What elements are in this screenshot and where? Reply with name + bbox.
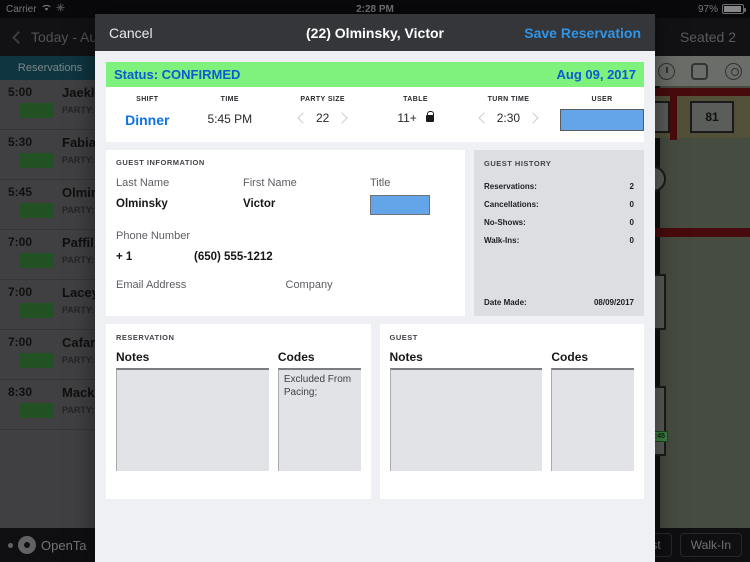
table-label: TABLE — [403, 96, 428, 103]
notes-row: RESERVATION Notes Codes Excluded From Pa… — [106, 324, 644, 499]
reservation-notes-columns: Notes Codes Excluded From Pacing; — [116, 350, 361, 471]
reservation-notes-card: RESERVATION Notes Codes Excluded From Pa… — [106, 324, 371, 499]
phone-number-value[interactable]: (650) 555-1212 — [194, 251, 273, 263]
party-size-value: 22 — [316, 111, 330, 125]
guest-notes-card: GUEST Notes Codes — [379, 324, 644, 499]
user-field[interactable]: USER — [560, 92, 645, 142]
middle-row: GUEST INFORMATION Last Name Olminsky Fir… — [106, 150, 644, 316]
phone-label: Phone Number — [116, 230, 190, 242]
status-banner[interactable]: Status: CONFIRMED Aug 09, 2017 — [106, 62, 644, 87]
guest-history-row-label: Cancellations: — [484, 200, 539, 209]
guest-history-card: GUEST HISTORY Reservations: 2 Cancellation… — [474, 150, 644, 316]
last-name-field[interactable]: Last Name Olminsky — [116, 177, 243, 215]
email-label: Email Address — [116, 279, 187, 291]
reservation-codes-input[interactable]: Excluded From Pacing; — [277, 368, 361, 471]
guest-history-row: Walk-Ins: 0 — [484, 236, 634, 245]
reservation-notes-input[interactable] — [116, 368, 269, 471]
guest-history-row-label: Walk-Ins: — [484, 236, 520, 245]
table-field[interactable]: TABLE 11+ — [374, 92, 457, 142]
guest-notes-column: Notes — [389, 350, 543, 471]
table-value-group[interactable]: 11+ — [397, 110, 435, 125]
date-made-row: Date Made: 08/09/2017 — [484, 298, 634, 307]
reservation-detail-bar: SHIFT Dinner TIME 5:45 PM PARTY SIZE 22 … — [106, 87, 645, 142]
email-company-row: Email Address Company — [116, 279, 455, 300]
modal-header: Cancel (22) Olminsky, Victor Save Reserv… — [95, 14, 655, 51]
save-reservation-button[interactable]: Save Reservation — [524, 25, 641, 41]
first-name-field[interactable]: First Name Victor — [243, 177, 370, 215]
user-label: USER — [591, 96, 613, 103]
reservation-codes-label: Codes — [277, 350, 315, 364]
guest-information-card: GUEST INFORMATION Last Name Olminsky Fir… — [106, 150, 465, 316]
guest-notes-columns: Notes Codes — [389, 350, 634, 471]
last-name-value: Olminsky — [116, 198, 168, 210]
guest-codes-label: Codes — [551, 350, 589, 364]
status-date: Aug 09, 2017 — [556, 67, 637, 82]
chevron-right-icon[interactable] — [527, 112, 539, 124]
status-text: Status: CONFIRMED — [114, 67, 241, 82]
guest-history-row: Cancellations: 0 — [484, 200, 634, 209]
title-input[interactable] — [370, 195, 430, 215]
shift-field[interactable]: SHIFT Dinner — [106, 92, 189, 142]
cancel-button[interactable]: Cancel — [109, 25, 153, 41]
reservation-notes-column: Notes — [116, 350, 269, 471]
chevron-left-icon[interactable] — [297, 112, 309, 124]
turn-time-stepper[interactable]: 2:30 — [478, 111, 539, 125]
table-value: 11+ — [397, 111, 417, 125]
guest-history-row-label: Reservations: — [484, 182, 537, 191]
chevron-left-icon[interactable] — [478, 112, 490, 124]
app-root: Carrier 2:28 PM 97% Today - Au Seated 2 — [0, 0, 750, 562]
reservation-modal: Cancel (22) Olminsky, Victor Save Reserv… — [95, 14, 655, 562]
company-label: Company — [285, 279, 333, 291]
time-field[interactable]: TIME 5:45 PM — [189, 92, 272, 142]
phone-field[interactable]: Phone Number + 1 (650) 555-1212 — [116, 230, 455, 263]
title-field[interactable]: Title — [370, 177, 455, 215]
guest-history-title: GUEST HISTORY — [484, 159, 552, 168]
turn-time-label: TURN TIME — [487, 96, 530, 103]
date-made-label: Date Made: — [484, 298, 527, 307]
name-row: Last Name Olminsky First Name Victor Tit… — [116, 177, 455, 215]
guest-history-row-value: 2 — [629, 182, 634, 191]
guest-history-row-value: 0 — [629, 218, 634, 227]
first-name-value: Victor — [243, 198, 276, 210]
phone-values: + 1 (650) 555-1212 — [116, 251, 455, 263]
guest-codes-input[interactable] — [551, 368, 634, 471]
turn-time-field[interactable]: TURN TIME 2:30 — [457, 92, 560, 142]
last-name-label: Last Name — [116, 177, 170, 189]
guest-history-row-value: 0 — [629, 236, 634, 245]
chevron-right-icon[interactable] — [336, 112, 349, 124]
lock-icon[interactable] — [425, 110, 435, 122]
turn-time-value: 2:30 — [496, 111, 521, 125]
guest-notes-title: GUEST — [389, 333, 418, 342]
reservation-notes-title: RESERVATION — [116, 333, 175, 342]
company-field[interactable]: Company — [286, 279, 456, 300]
guest-history-row-value: 0 — [629, 200, 634, 209]
shift-value: Dinner — [125, 112, 170, 128]
shift-label: SHIFT — [136, 96, 159, 103]
party-size-label: PARTY SIZE — [300, 96, 345, 103]
time-label: TIME — [220, 96, 239, 103]
party-size-stepper[interactable]: 22 — [297, 111, 349, 125]
email-field[interactable]: Email Address — [116, 279, 286, 300]
guest-information-title: GUEST INFORMATION — [116, 158, 205, 167]
guest-history-row-label: No-Shows: — [484, 218, 526, 227]
guest-notes-label: Notes — [389, 350, 423, 364]
party-size-field[interactable]: PARTY SIZE 22 — [271, 92, 374, 142]
user-input[interactable] — [560, 109, 645, 131]
guest-history-row: No-Shows: 0 — [484, 218, 634, 227]
guest-history-row: Reservations: 2 — [484, 182, 634, 191]
time-value: 5:45 PM — [207, 112, 253, 126]
reservation-notes-label: Notes — [116, 350, 150, 364]
guest-notes-input[interactable] — [389, 368, 543, 471]
reservation-codes-column: Codes Excluded From Pacing; — [277, 350, 361, 471]
first-name-label: First Name — [243, 177, 297, 189]
guest-codes-column: Codes — [551, 350, 634, 471]
title-label: Title — [370, 177, 391, 189]
date-made-value: 08/09/2017 — [593, 298, 634, 307]
guest-history-rows: Reservations: 2 Cancellations: 0 No-Shows: 0 W… — [484, 182, 634, 245]
phone-country-code[interactable]: + 1 — [116, 251, 194, 263]
